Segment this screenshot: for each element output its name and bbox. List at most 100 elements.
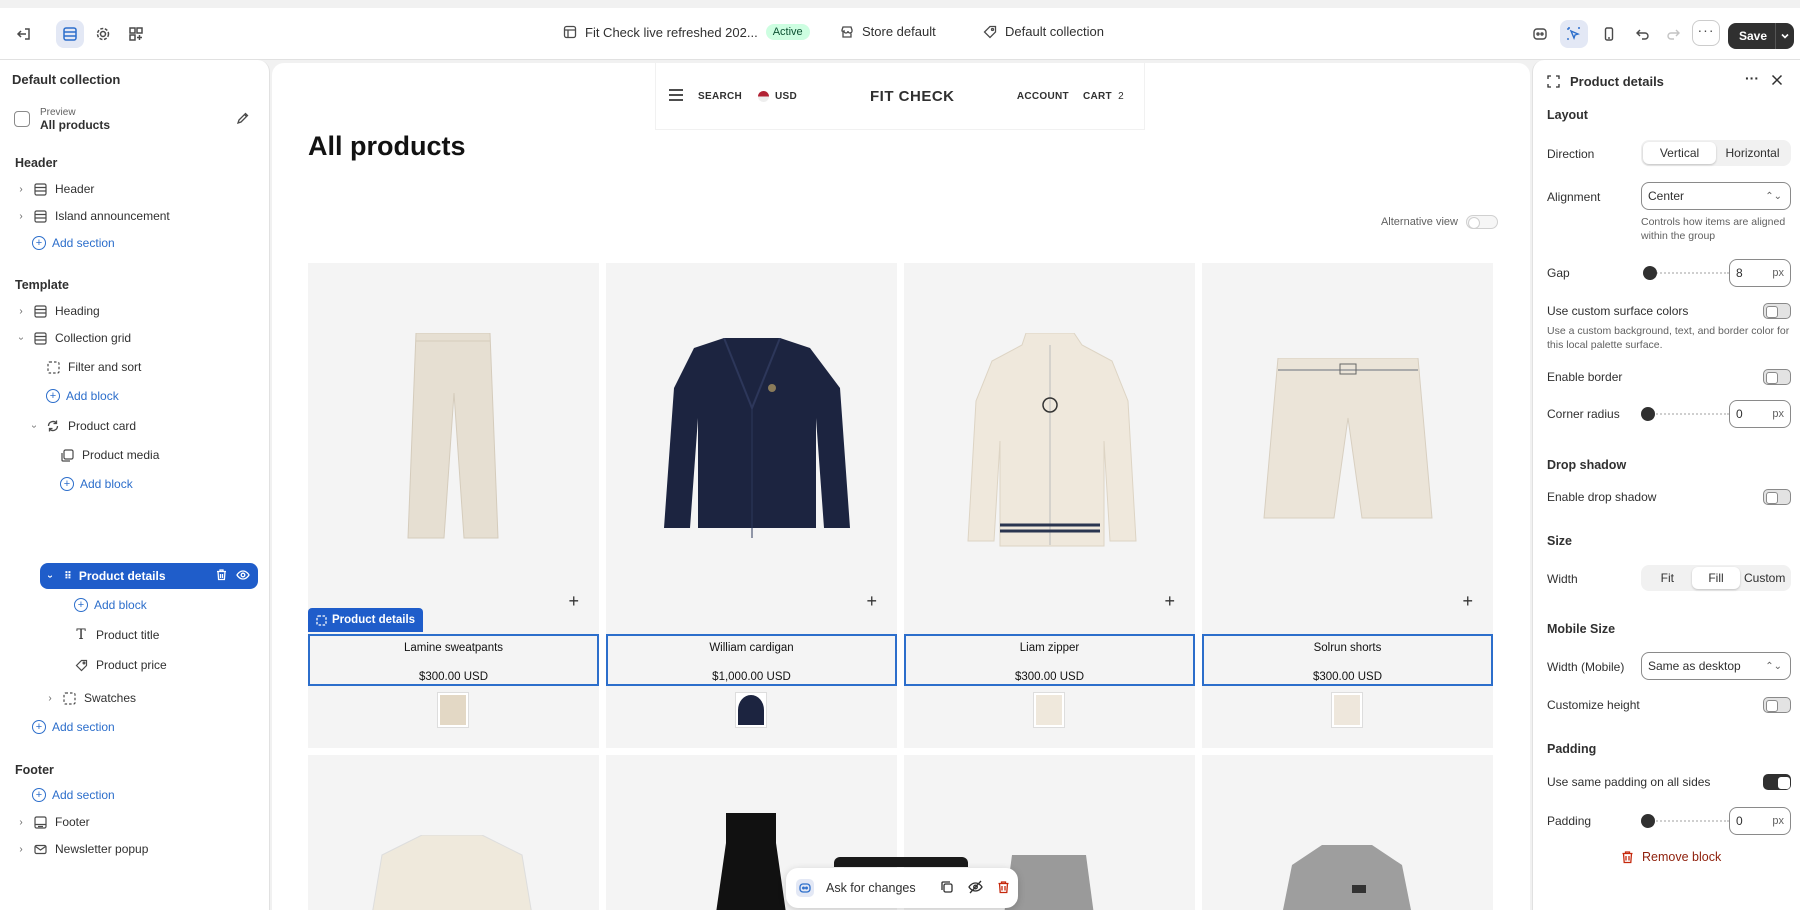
product-card[interactable]: + Solrun shorts $300.00 USD bbox=[1202, 263, 1493, 748]
account-link[interactable]: ACCOUNT bbox=[1017, 91, 1069, 102]
exit-icon[interactable] bbox=[10, 20, 38, 48]
padding-input[interactable]: 0 px bbox=[1729, 807, 1791, 835]
hide-eye-slash-icon[interactable] bbox=[967, 880, 983, 897]
slider-knob[interactable] bbox=[1641, 407, 1655, 421]
sections-icon[interactable] bbox=[56, 20, 84, 48]
product-image[interactable] bbox=[398, 333, 508, 543]
preview-selector[interactable]: Preview All products bbox=[10, 102, 258, 136]
swatch[interactable] bbox=[437, 692, 469, 728]
direction-horizontal-option[interactable]: Horizontal bbox=[1716, 142, 1789, 164]
customize-height-toggle[interactable] bbox=[1763, 697, 1791, 713]
product-image[interactable] bbox=[1282, 845, 1412, 910]
sidebar-item-heading[interactable]: › Heading bbox=[15, 299, 99, 323]
direction-toggle[interactable]: Vertical Horizontal bbox=[1641, 140, 1791, 166]
add-section-button[interactable]: + Add section bbox=[32, 715, 115, 739]
slider-knob[interactable] bbox=[1641, 814, 1655, 828]
product-image[interactable] bbox=[372, 835, 532, 910]
add-section-button[interactable]: + Add section bbox=[32, 231, 115, 255]
sidebar-item-collection-grid[interactable]: › Collection grid bbox=[15, 326, 132, 350]
sidebar-item-product-card[interactable]: › Product card bbox=[28, 414, 137, 438]
chevron-down-icon[interactable]: › bbox=[29, 420, 40, 432]
corner-radius-slider[interactable] bbox=[1641, 407, 1731, 421]
add-block-button[interactable]: + Add block bbox=[74, 593, 147, 617]
close-icon[interactable] bbox=[1771, 74, 1783, 89]
template-selector[interactable]: Default collection bbox=[983, 24, 1104, 39]
chevron-right-icon[interactable]: › bbox=[15, 817, 27, 828]
corner-radius-input[interactable]: 0 px bbox=[1729, 400, 1791, 428]
redo-icon[interactable] bbox=[1659, 20, 1687, 48]
edit-pencil-icon[interactable] bbox=[236, 111, 250, 128]
sidebar-item-header[interactable]: › Header bbox=[15, 177, 94, 201]
product-card[interactable]: + Lamine sweatpants $300.00 USD bbox=[308, 263, 599, 748]
more-options-icon[interactable]: ··· bbox=[1692, 20, 1720, 46]
quick-add-plus-icon[interactable]: + bbox=[568, 591, 579, 612]
chevron-right-icon[interactable]: › bbox=[15, 306, 27, 317]
undo-icon[interactable] bbox=[1629, 20, 1657, 48]
width-fit-option[interactable]: Fit bbox=[1643, 567, 1692, 589]
product-details-block[interactable]: William cardigan $1,000.00 USD bbox=[606, 634, 897, 686]
currency-selector[interactable]: USD bbox=[775, 91, 797, 102]
product-image[interactable] bbox=[1258, 358, 1438, 528]
store-selector[interactable]: Store default bbox=[840, 24, 936, 39]
padding-slider[interactable] bbox=[1641, 814, 1731, 828]
product-details-block[interactable]: Solrun shorts $300.00 USD bbox=[1202, 634, 1493, 686]
sidebar-item-swatches[interactable]: › Swatches bbox=[44, 686, 136, 710]
chevron-right-icon[interactable]: › bbox=[15, 211, 27, 222]
chevron-down-icon[interactable]: › bbox=[16, 332, 27, 344]
product-details-selection-tag[interactable]: Product details bbox=[308, 608, 424, 632]
sidebar-item-newsletter-popup[interactable]: › Newsletter popup bbox=[15, 837, 148, 861]
product-title[interactable]: Lamine sweatpants bbox=[310, 642, 597, 654]
alignment-select[interactable]: Center ⌃⌄ bbox=[1641, 182, 1791, 210]
more-options-icon[interactable]: ··· bbox=[1745, 70, 1759, 86]
product-title[interactable]: Liam zipper bbox=[906, 642, 1193, 654]
enable-drop-shadow-toggle[interactable] bbox=[1763, 489, 1791, 505]
enable-border-toggle[interactable] bbox=[1763, 369, 1791, 385]
swatch[interactable] bbox=[1331, 692, 1363, 728]
drag-handle-icon[interactable]: ⠿ bbox=[64, 571, 72, 582]
product-image[interactable] bbox=[716, 813, 786, 910]
sidebar-item-product-media[interactable]: Product media bbox=[54, 443, 159, 467]
remove-block-button[interactable]: Remove block bbox=[1621, 850, 1721, 864]
menu-hamburger-icon[interactable] bbox=[668, 88, 684, 105]
sidebar-item-island-announcement[interactable]: › Island announcement bbox=[15, 204, 169, 228]
width-fill-option[interactable]: Fill bbox=[1691, 567, 1741, 589]
width-toggle[interactable]: Fit Fill Custom bbox=[1641, 565, 1791, 591]
quick-add-plus-icon[interactable]: + bbox=[1164, 591, 1175, 612]
product-title[interactable]: Solrun shorts bbox=[1204, 642, 1491, 654]
chevron-right-icon[interactable]: › bbox=[44, 693, 56, 704]
gap-input[interactable]: 8 px bbox=[1729, 259, 1791, 287]
product-image[interactable] bbox=[960, 333, 1140, 548]
swatch[interactable] bbox=[735, 692, 767, 728]
ask-for-changes-button[interactable]: Ask for changes bbox=[826, 881, 916, 895]
slider-knob[interactable] bbox=[1643, 266, 1657, 280]
product-card[interactable] bbox=[1202, 755, 1493, 910]
toggle-switch[interactable] bbox=[1466, 215, 1498, 229]
product-card[interactable]: + Liam zipper $300.00 USD bbox=[904, 263, 1195, 748]
chevron-right-icon[interactable]: › bbox=[15, 184, 27, 195]
same-padding-toggle[interactable] bbox=[1763, 774, 1791, 790]
sidebar-item-product-price[interactable]: Product price bbox=[68, 653, 167, 677]
product-details-block[interactable]: Liam zipper $300.00 USD bbox=[904, 634, 1195, 686]
duplicate-icon[interactable] bbox=[940, 880, 954, 897]
store-logo[interactable]: FIT CHECK bbox=[870, 88, 955, 105]
quick-add-plus-icon[interactable]: + bbox=[866, 591, 877, 612]
cart-link[interactable]: CART 2 bbox=[1083, 91, 1124, 102]
custom-surface-toggle[interactable] bbox=[1763, 303, 1791, 319]
ask-for-changes-bar[interactable]: Ask for changes bbox=[786, 868, 1018, 908]
chevron-right-icon[interactable]: › bbox=[15, 844, 27, 855]
mobile-preview-icon[interactable] bbox=[1595, 20, 1623, 48]
apps-icon[interactable] bbox=[122, 20, 150, 48]
product-title[interactable]: William cardigan bbox=[608, 642, 895, 654]
delete-trash-icon[interactable] bbox=[215, 568, 228, 584]
store-search-link[interactable]: SEARCH bbox=[698, 91, 742, 102]
product-card[interactable]: + William cardigan $1,000.00 USD bbox=[606, 263, 897, 748]
save-button[interactable]: Save bbox=[1728, 23, 1794, 49]
swatch[interactable] bbox=[1033, 692, 1065, 728]
delete-trash-icon[interactable] bbox=[997, 880, 1010, 897]
add-block-button[interactable]: + Add block bbox=[46, 384, 119, 408]
chevron-down-icon[interactable]: › bbox=[45, 570, 56, 582]
width-mobile-select[interactable]: Same as desktop ⌃⌄ bbox=[1641, 652, 1791, 680]
select-cursor-icon[interactable] bbox=[1560, 20, 1588, 48]
gap-slider[interactable] bbox=[1641, 266, 1731, 280]
sidebar-item-product-title[interactable]: T Product title bbox=[68, 623, 159, 647]
